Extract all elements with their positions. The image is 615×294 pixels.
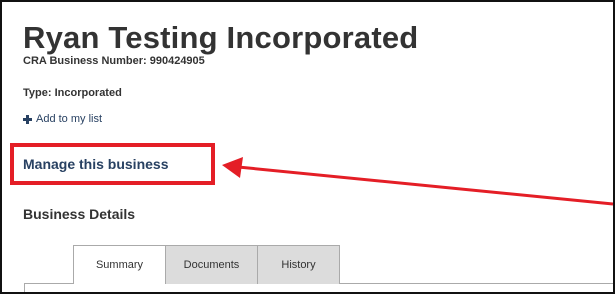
page-frame: Ryan Testing Incorporated CRA Business N… [0, 0, 615, 294]
red-arrow-icon [222, 157, 613, 206]
